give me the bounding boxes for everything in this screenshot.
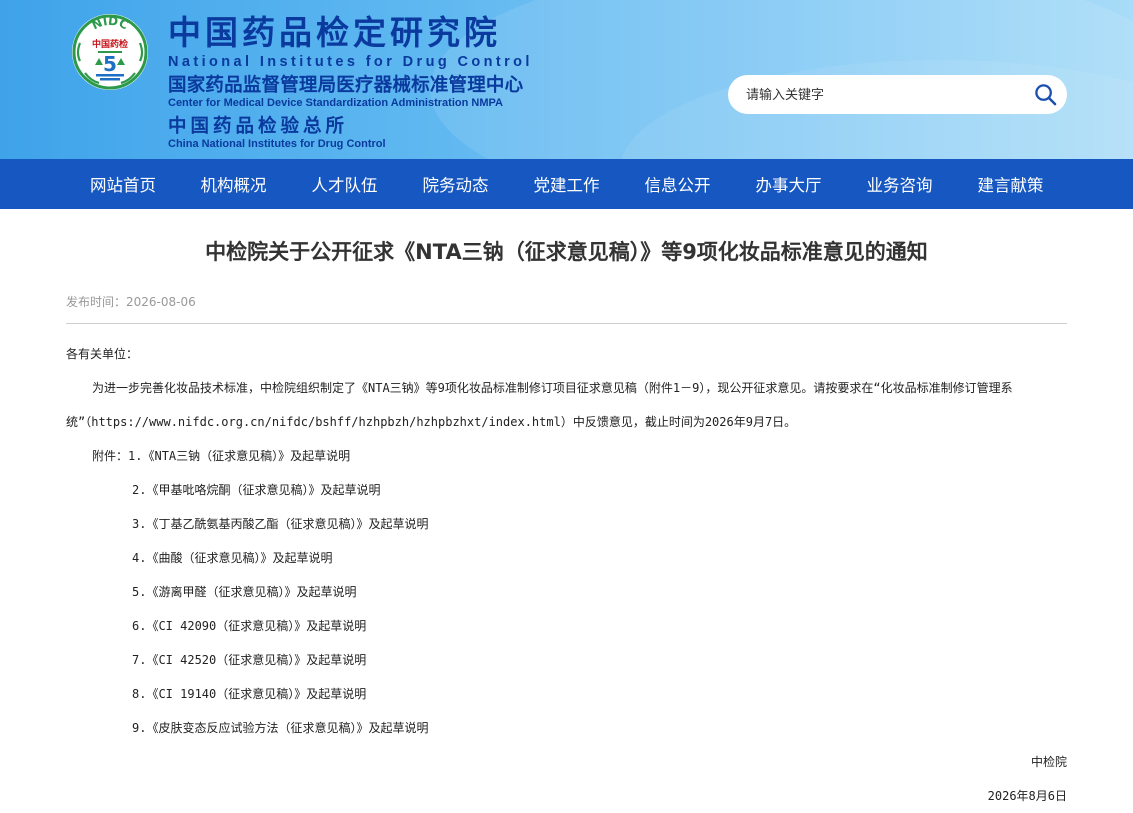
article-title: 中检院关于公开征求《NTA三钠（征求意见稿）》等9项化妆品标准意见的通知 [205,240,928,264]
salutation: 各有关单位： [66,347,139,361]
attachment-link[interactable]: 6.《CI 42090（征求意见稿）》及起草说明 [132,619,366,633]
nav-item-suggestions[interactable]: 建言献策 [955,172,1066,196]
site-title-cn: 中国药品检定研究院 [168,13,501,52]
nav-item-talent[interactable]: 人才队伍 [289,172,400,196]
nav-item-party[interactable]: 党建工作 [511,172,622,196]
attachment-link[interactable]: 2.《甲基吡咯烷酮（征求意见稿）》及起草说明 [132,483,380,497]
attachments-label: 附件： [92,449,129,463]
attachment-link[interactable]: 9.《皮肤变态反应试验方法（征求意见稿）》及起草说明 [132,721,428,735]
attachment-link[interactable]: 5.《游离甲醛（征求意见稿）》及起草说明 [132,585,356,599]
signature: 中检院 [1030,755,1067,769]
attachment-line: 5.《游离甲醛（征求意见稿）》及起草说明 [66,575,1067,609]
nav-item-services[interactable]: 办事大厅 [733,172,844,196]
site-header: NIDC 中国药检 5 中国药品检定研究院 National Institute… [0,0,1133,159]
search-box [728,75,1067,116]
attachment-link[interactable]: 4.《曲酸（征求意见稿）》及起草说明 [132,551,332,565]
attachment-line-1: 附件：1.《NTA三钠（征求意见稿）》及起草说明 [66,439,1067,473]
attachment-link[interactable]: 7.《CI 42520（征求意见稿）》及起草说明 [132,653,366,667]
article-meta: 发布时间：2026-08-06 [66,294,1067,324]
article-container: 中检院关于公开征求《NTA三钠（征求意见稿）》等9项化妆品标准意见的通知 发布时… [0,209,1133,813]
attachment-link[interactable]: 8.《CI 19140（征求意见稿）》及起草说明 [132,687,366,701]
main-nav: 网站首页 机构概况 人才队伍 院务动态 党建工作 信息公开 办事大厅 业务咨询 … [0,159,1133,209]
logo-text-cn: 中国药检 [92,38,128,50]
search-icon[interactable] [1034,83,1057,106]
attachment-link[interactable]: 1.《NTA三钠（征求意见稿）》及起草说明 [128,449,350,463]
nav-item-consulting[interactable]: 业务咨询 [844,172,955,196]
nav-item-disclosure[interactable]: 信息公开 [622,172,733,196]
article-body: 各有关单位： 为进一步完善化妆品技术标准，中检院组织制定了《NTA三钠》等9项化… [66,324,1067,813]
nav-item-news[interactable]: 院务动态 [400,172,511,196]
attachment-line: 8.《CI 19140（征求意见稿）》及起草说明 [66,677,1067,711]
nav-item-home[interactable]: 网站首页 [68,172,178,196]
publish-label: 发布时间： [66,295,127,309]
nav-item-about[interactable]: 机构概况 [178,172,289,196]
attachment-line: 9.《皮肤变态反应试验方法（征求意见稿）》及起草说明 [66,711,1067,745]
site-subtitle2-en: China National Institutes for Drug Contr… [168,138,386,150]
logo-number-glyph: 5 [103,52,117,76]
attachment-line: 3.《丁基乙酰氨基丙酸乙酯（征求意见稿）》及起草说明 [66,507,1067,541]
site-title-block: 中国药品检定研究院 National Institutes for Drug C… [168,14,533,151]
publish-date: 2026-08-06 [126,295,196,309]
site-subtitle1-cn: 国家药品监督管理局医疗器械标准管理中心 [168,75,524,96]
article-paragraph: 为进一步完善化妆品技术标准，中检院组织制定了《NTA三钠》等9项化妆品标准制修订… [66,381,1013,429]
attachment-line: 4.《曲酸（征求意见稿）》及起草说明 [66,541,1067,575]
attachment-line: 2.《甲基吡咯烷酮（征求意见稿）》及起草说明 [66,473,1067,507]
nidc-emblem-logo[interactable]: NIDC 中国药检 5 [71,13,149,91]
site-subtitle1-en: Center for Medical Device Standardizatio… [168,97,503,109]
attachment-line: 6.《CI 42090（征求意见稿）》及起草说明 [66,609,1067,643]
site-title-en: National Institutes for Drug Control [168,54,533,70]
sign-date: 2026年8月6日 [987,789,1067,803]
attachment-link[interactable]: 3.《丁基乙酰氨基丙酸乙酯（征求意见稿）》及起草说明 [132,517,428,531]
attachment-line: 7.《CI 42520（征求意见稿）》及起草说明 [66,643,1067,677]
search-input[interactable] [744,75,1028,116]
site-subtitle2-cn: 中国药品检验总所 [168,116,349,137]
